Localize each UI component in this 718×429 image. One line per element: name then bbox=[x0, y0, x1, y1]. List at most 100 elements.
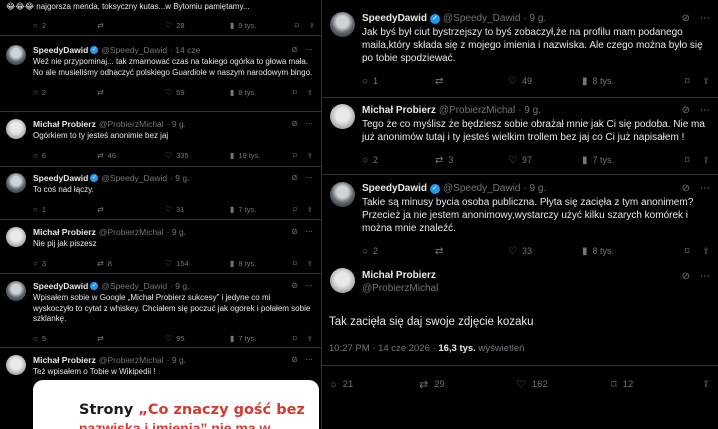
repost-button[interactable]: ⇄ bbox=[97, 334, 165, 343]
grok-icon[interactable]: ⊘ bbox=[291, 45, 298, 54]
share-icon[interactable]: ⇪ bbox=[307, 151, 313, 160]
reply-button[interactable]: ○ 2 bbox=[362, 155, 435, 166]
more-icon[interactable]: ⋯ bbox=[305, 119, 313, 128]
tweet[interactable]: SpeedyDawid ✓ @Speedy_Dawid · 14 cze ⊘ ⋯… bbox=[0, 44, 321, 97]
wikipedia-screenshot-card[interactable]: Strony „Co znaczy gość bez nazwiska i im… bbox=[33, 380, 319, 429]
bookmark-icon[interactable]: ⌑ bbox=[685, 76, 690, 87]
reply-button[interactable]: ○ 21 bbox=[330, 379, 419, 391]
avatar[interactable] bbox=[330, 268, 355, 293]
avatar[interactable] bbox=[330, 12, 355, 37]
tweet[interactable]: Michał Probierz @ProbierzMichal · 9 g. ⊘… bbox=[322, 104, 718, 166]
views-button[interactable]: ▮ 7 tys. bbox=[230, 205, 285, 214]
author-name[interactable]: SpeedyDawid bbox=[362, 183, 427, 194]
more-icon[interactable]: ⋯ bbox=[305, 45, 313, 54]
author-handle[interactable]: @ProbierzMichal bbox=[439, 105, 515, 116]
views-button[interactable]: ▮ 8 tys. bbox=[582, 246, 644, 257]
author-handle[interactable]: @ProbierzMichal bbox=[99, 355, 164, 365]
like-button[interactable]: ♡ 162 bbox=[516, 378, 611, 391]
tweet[interactable]: SpeedyDawid ✓ @Speedy_Dawid · 9 g. ⊘ ⋯ J… bbox=[322, 12, 718, 87]
share-icon[interactable]: ⇪ bbox=[702, 246, 710, 257]
tweet-time[interactable]: · 9 g. bbox=[523, 183, 546, 194]
author-name[interactable]: SpeedyDawid bbox=[33, 281, 88, 291]
like-button[interactable]: ♡ 31 bbox=[165, 205, 230, 214]
author-name[interactable]: Michał Probierz bbox=[362, 105, 436, 116]
repost-button[interactable]: ⇄ 3 bbox=[435, 155, 508, 166]
views-button[interactable]: ▮ 9 tys. bbox=[230, 21, 285, 30]
share-icon[interactable]: ⇪ bbox=[307, 259, 313, 268]
author-handle[interactable]: @ProbierzMichal bbox=[362, 283, 438, 294]
reply-button[interactable]: ○ 1 bbox=[33, 205, 97, 214]
bookmark-icon[interactable]: ⌑ bbox=[293, 259, 297, 268]
more-icon[interactable]: ⋯ bbox=[305, 227, 313, 236]
grok-icon[interactable]: ⊘ bbox=[682, 13, 690, 24]
avatar[interactable] bbox=[6, 355, 26, 375]
tweet-time[interactable]: · 9 g. bbox=[170, 173, 189, 183]
tweet-time[interactable]: · 9 g. bbox=[167, 119, 186, 129]
tweet[interactable]: Michał Probierz @ProbierzMichal · 9 g. ⊘… bbox=[0, 118, 321, 161]
author-handle[interactable]: @ProbierzMichal bbox=[99, 119, 164, 129]
share-icon[interactable]: ⇪ bbox=[702, 155, 710, 166]
tweet-timestamp[interactable]: 10:27 PM · 14 cze 2026 · bbox=[329, 343, 438, 354]
avatar[interactable] bbox=[6, 281, 26, 301]
more-icon[interactable]: ⋯ bbox=[700, 183, 710, 194]
tweet-time[interactable]: · 9 g. bbox=[167, 227, 186, 237]
tweet[interactable]: SpeedyDawid ✓ @Speedy_Dawid · 9 g. ⊘ ⋯ W… bbox=[0, 280, 321, 344]
more-icon[interactable]: ⋯ bbox=[700, 13, 710, 24]
reply-button[interactable]: ○ 6 bbox=[33, 151, 97, 160]
like-button[interactable]: ♡ 59 bbox=[165, 88, 230, 97]
author-handle[interactable]: @Speedy_Dawid bbox=[101, 45, 167, 55]
tweet[interactable]: SpeedyDawid ✓ @Speedy_Dawid · 9 g. ⊘ ⋯ T… bbox=[322, 182, 718, 257]
bookmark-icon[interactable]: ⌑ bbox=[293, 205, 297, 214]
share-icon[interactable]: ⇪ bbox=[702, 76, 710, 87]
reply-button[interactable]: ○ 2 bbox=[33, 21, 97, 30]
grok-icon[interactable]: ⊘ bbox=[291, 173, 298, 182]
views-button[interactable]: ▮ 19 tys. bbox=[230, 151, 285, 160]
more-icon[interactable]: ⋯ bbox=[305, 173, 313, 182]
more-icon[interactable]: ⋯ bbox=[700, 105, 710, 116]
bookmark-icon[interactable]: ⌑ bbox=[293, 88, 297, 97]
more-icon[interactable]: ⋯ bbox=[700, 271, 710, 282]
grok-icon[interactable]: ⊘ bbox=[682, 105, 690, 116]
bookmark-button[interactable]: ⌑ 12 bbox=[611, 378, 696, 391]
tweet[interactable]: Michał Probierz @ProbierzMichal · 9 g. ⊘… bbox=[0, 354, 321, 378]
author-name[interactable]: Michał Probierz bbox=[33, 119, 96, 129]
grok-icon[interactable]: ⊘ bbox=[682, 271, 690, 282]
tweet-time[interactable]: · 9 g. bbox=[170, 281, 189, 291]
like-button[interactable]: ♡ 49 bbox=[508, 76, 582, 87]
views-button[interactable]: ▮ 8 tys. bbox=[230, 259, 285, 268]
reply-button[interactable]: ○ 5 bbox=[33, 334, 97, 343]
like-button[interactable]: ♡ 95 bbox=[165, 334, 230, 343]
author-handle[interactable]: @Speedy_Dawid bbox=[443, 183, 520, 194]
author-name[interactable]: SpeedyDawid bbox=[362, 13, 427, 24]
avatar[interactable] bbox=[6, 227, 26, 247]
repost-button[interactable]: ⇄ bbox=[435, 76, 508, 87]
avatar[interactable] bbox=[330, 104, 355, 129]
reply-button[interactable]: ○ 2 bbox=[362, 246, 435, 257]
share-icon[interactable]: ⇪ bbox=[307, 334, 313, 343]
author-name[interactable]: Michał Probierz bbox=[33, 355, 96, 365]
bookmark-icon[interactable]: ⌑ bbox=[685, 246, 690, 257]
repost-button[interactable]: ⇄ 8 bbox=[97, 259, 165, 268]
more-icon[interactable]: ⋯ bbox=[305, 355, 313, 364]
share-icon[interactable]: ⇪ bbox=[307, 88, 313, 97]
like-button[interactable]: ♡ 28 bbox=[165, 21, 230, 30]
author-name[interactable]: Michał Probierz bbox=[33, 227, 96, 237]
repost-button[interactable]: ⇄ bbox=[97, 21, 165, 30]
repost-button[interactable]: ⇄ bbox=[97, 88, 165, 97]
author-handle[interactable]: @Speedy_Dawid bbox=[101, 281, 167, 291]
repost-button[interactable]: ⇄ bbox=[97, 205, 165, 214]
author-handle[interactable]: @Speedy_Dawid bbox=[101, 173, 167, 183]
avatar[interactable] bbox=[6, 173, 26, 193]
author-handle[interactable]: @ProbierzMichal bbox=[99, 227, 164, 237]
author-handle[interactable]: @Speedy_Dawid bbox=[443, 13, 520, 24]
avatar[interactable] bbox=[6, 119, 26, 139]
reply-button[interactable]: ○ 1 bbox=[362, 76, 435, 87]
like-button[interactable]: ♡ 335 bbox=[165, 151, 230, 160]
bookmark-icon[interactable]: ⌑ bbox=[293, 334, 297, 343]
author-name[interactable]: Michał Probierz bbox=[362, 270, 438, 281]
share-button[interactable]: ⇪ bbox=[702, 379, 710, 390]
tweet-time[interactable]: · 9 g. bbox=[523, 13, 546, 24]
reply-button[interactable]: ○ 2 bbox=[33, 88, 97, 97]
avatar[interactable] bbox=[6, 45, 26, 65]
grok-icon[interactable]: ⊘ bbox=[291, 227, 298, 236]
